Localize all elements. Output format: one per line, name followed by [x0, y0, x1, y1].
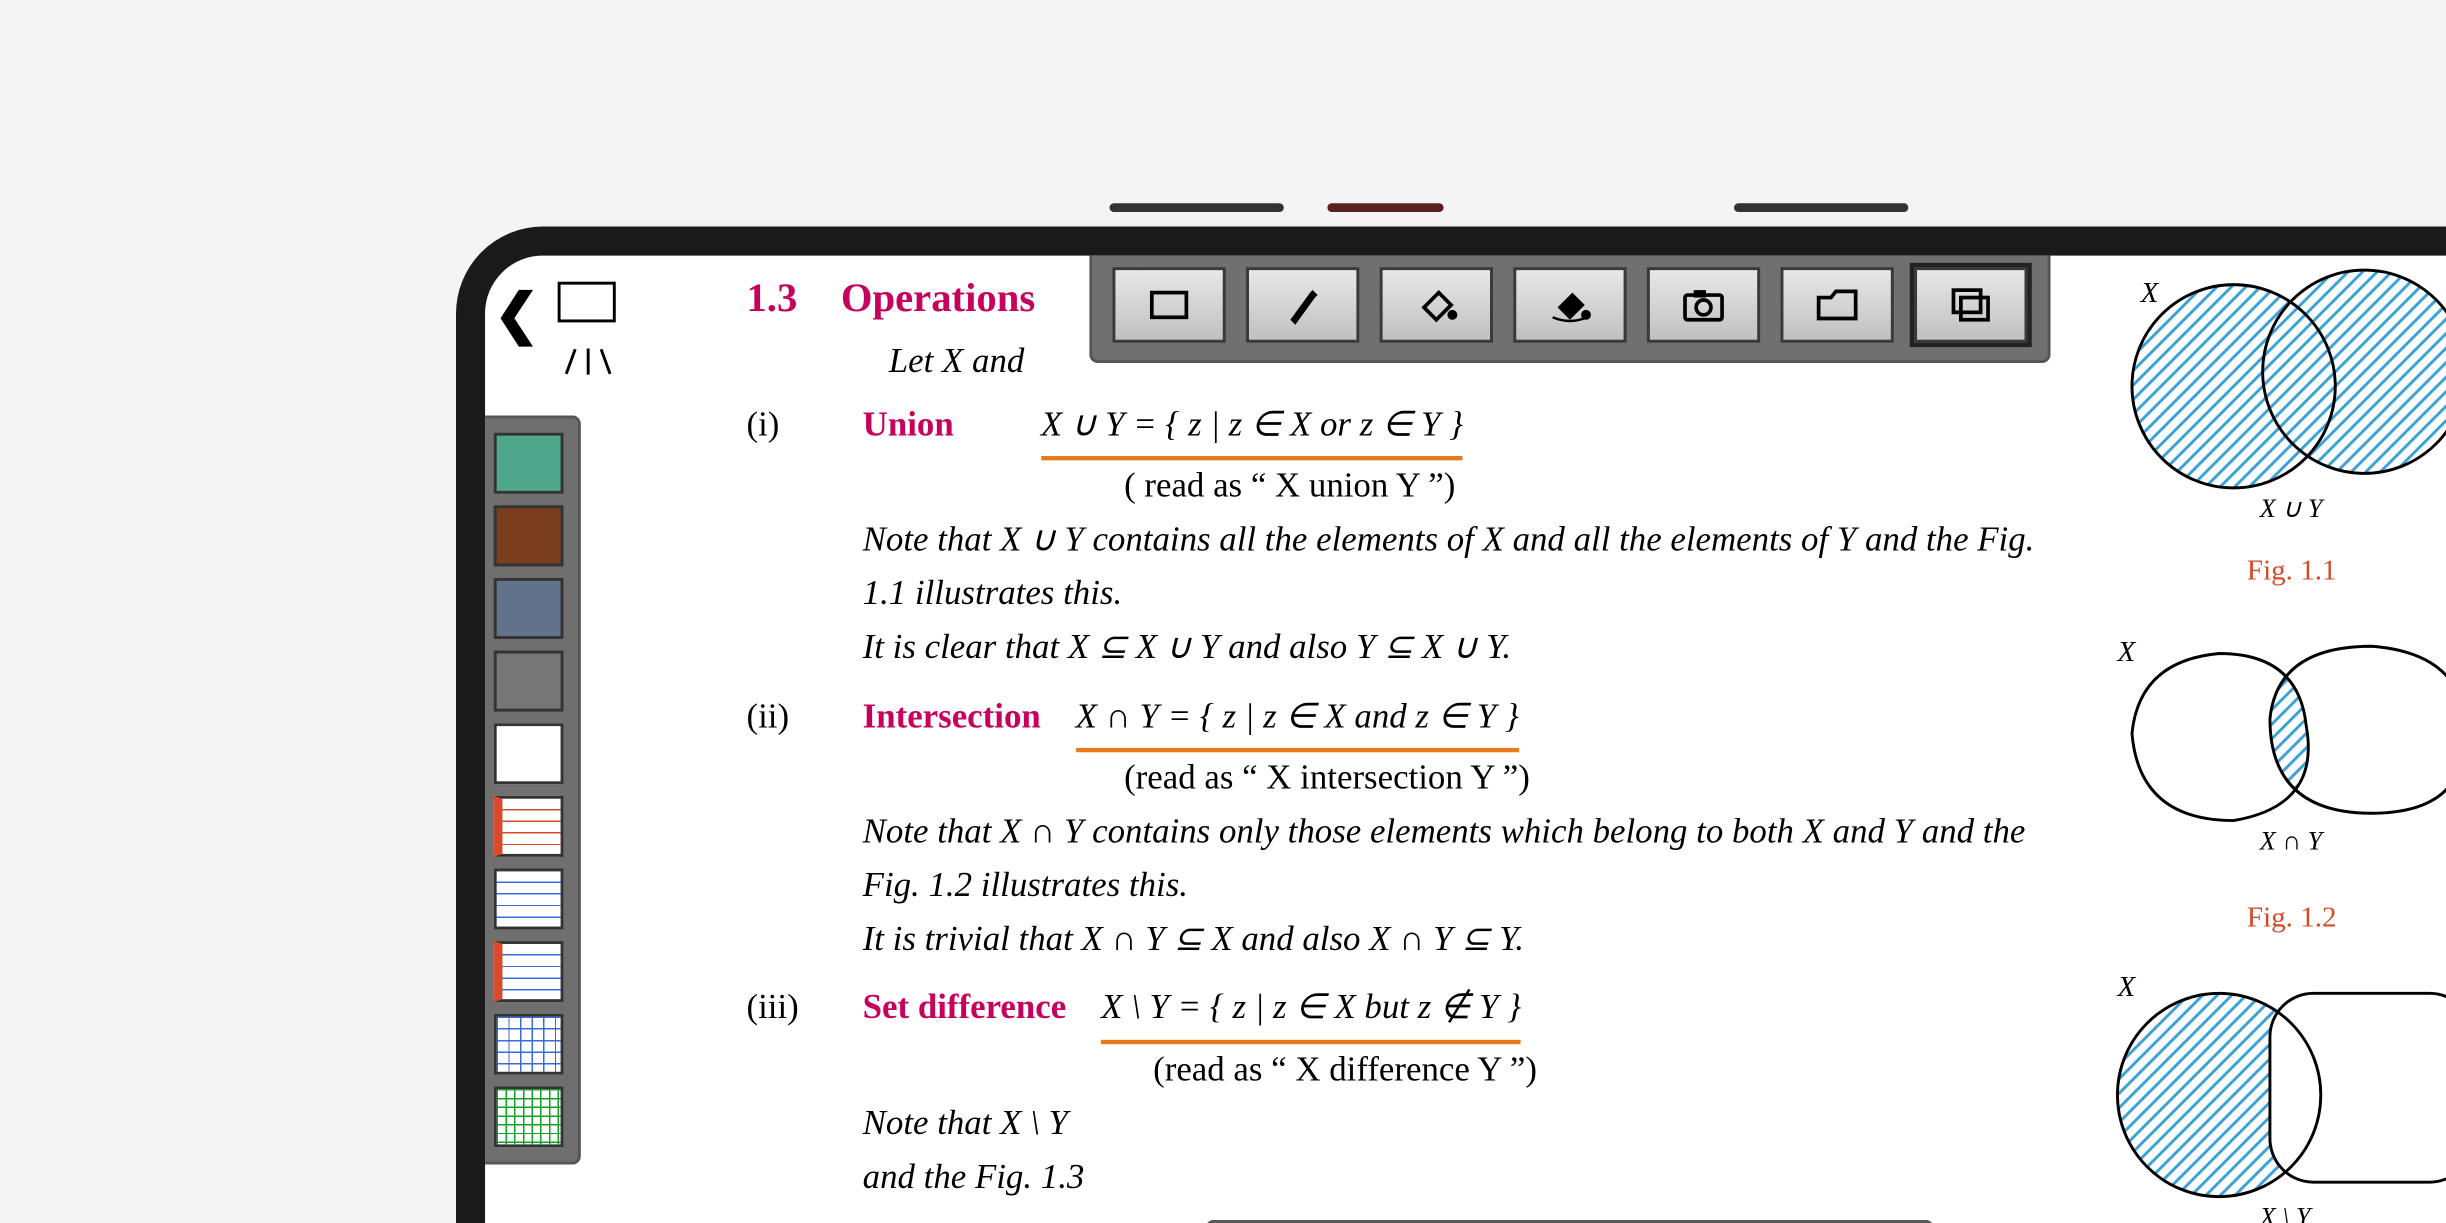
bg-swatch-lined-blue[interactable] — [494, 868, 564, 929]
phone-button — [1327, 203, 1443, 212]
formula-setdiff: X \ Y = { z | z ∈ X but z ∉ Y } — [1101, 982, 1521, 1043]
term-setdiff: Set difference — [863, 989, 1067, 1027]
figure-1-2: X Y X ∩ Y Fig. 1.2 — [2074, 617, 2446, 941]
background-palette — [479, 415, 581, 1164]
note-union-1: Note that X ∪ Y contains all the element… — [863, 514, 2060, 622]
note-union-2: It is clear that X ⊆ X ∪ Y and also Y ⊆ … — [863, 622, 2060, 676]
bg-swatch-gray[interactable] — [494, 650, 564, 711]
section-number: 1.3 — [746, 267, 797, 330]
item-index: (ii) — [746, 690, 862, 982]
term-intersection: Intersection — [863, 697, 1041, 735]
svg-text:X: X — [2116, 636, 2136, 668]
bg-swatch-lined-blue2[interactable] — [494, 941, 564, 1002]
bg-swatch-grid-green[interactable] — [494, 1086, 564, 1147]
phone-button — [1734, 203, 1908, 212]
read-union: ( read as “ X union Y ”) — [1124, 460, 2059, 514]
bg-swatch-lined-red[interactable] — [494, 795, 564, 856]
figure-1-1: X Y X ∪ Y Fig. 1.1 — [2074, 255, 2446, 594]
phone-frame: 1.3 Operations Let X and (i) Union X ∪ Y… — [456, 226, 2446, 1223]
layers-button[interactable] — [1914, 267, 2027, 343]
note-setdiff-1: Note that X \ Y — [863, 1097, 2060, 1151]
folder-open-button[interactable] — [1781, 267, 1894, 343]
camera-button[interactable] — [1647, 267, 1760, 343]
svg-text:X \ Y: X \ Y — [2259, 1203, 2313, 1223]
svg-text:X ∪ Y: X ∪ Y — [2259, 493, 2325, 522]
term-union: Union — [863, 405, 954, 443]
bg-swatch-white[interactable] — [494, 723, 564, 784]
section-title: Operations — [841, 267, 1035, 330]
screen: 1.3 Operations Let X and (i) Union X ∪ Y… — [485, 255, 2446, 1223]
svg-text:X: X — [2140, 277, 2160, 309]
bg-swatch-teal[interactable] — [494, 432, 564, 493]
note-intersection-2: It is trivial that X ∩ Y ⊆ X and also X … — [863, 913, 2060, 967]
item-index: (iii) — [746, 982, 862, 1205]
note-setdiff-2: and the Fig. 1.3 — [863, 1151, 2060, 1205]
rectangle-tool-button[interactable] — [1112, 267, 1225, 343]
document-content: 1.3 Operations Let X and (i) Union X ∪ Y… — [485, 255, 2446, 1223]
bg-swatch-slate[interactable] — [494, 577, 564, 638]
item-index: (i) — [746, 398, 862, 690]
pen-tool-button[interactable] — [1246, 267, 1359, 343]
bg-swatch-brown[interactable] — [494, 505, 564, 566]
fig-caption: Fig. 1.1 — [2074, 549, 2446, 594]
bg-swatch-grid-blue[interactable] — [494, 1013, 564, 1074]
read-intersection: (read as “ X intersection Y ”) — [1124, 751, 2059, 805]
formula-intersection: X ∩ Y = { z | z ∈ X and z ∈ Y } — [1076, 690, 1519, 751]
read-setdiff: (read as “ X difference Y ”) — [1153, 1043, 2059, 1097]
intro-text: Let X and — [889, 343, 1025, 381]
top-toolbar — [1089, 249, 2050, 362]
formula-union: X ∪ Y = { z | z ∈ X or z ∈ Y } — [1041, 398, 1463, 459]
svg-text:X ∩ Y: X ∩ Y — [2259, 826, 2325, 855]
phone-button — [1110, 203, 1284, 212]
fig-caption: Fig. 1.2 — [2074, 896, 2446, 941]
back-button[interactable]: ❮ — [494, 280, 540, 345]
note-intersection-1: Note that X ∩ Y contains only those elem… — [863, 805, 2060, 913]
whiteboard-icon[interactable] — [546, 272, 627, 353]
fill-gradient-button[interactable] — [1513, 267, 1626, 343]
page-navigation: ❮ 1 / 4 ❯ — [1205, 1219, 1935, 1223]
svg-text:X: X — [2116, 971, 2136, 1003]
fill-tool-button[interactable] — [1380, 267, 1493, 343]
figure-1-3: X Y X \ Y Fig. 1.3 — [2074, 964, 2446, 1223]
